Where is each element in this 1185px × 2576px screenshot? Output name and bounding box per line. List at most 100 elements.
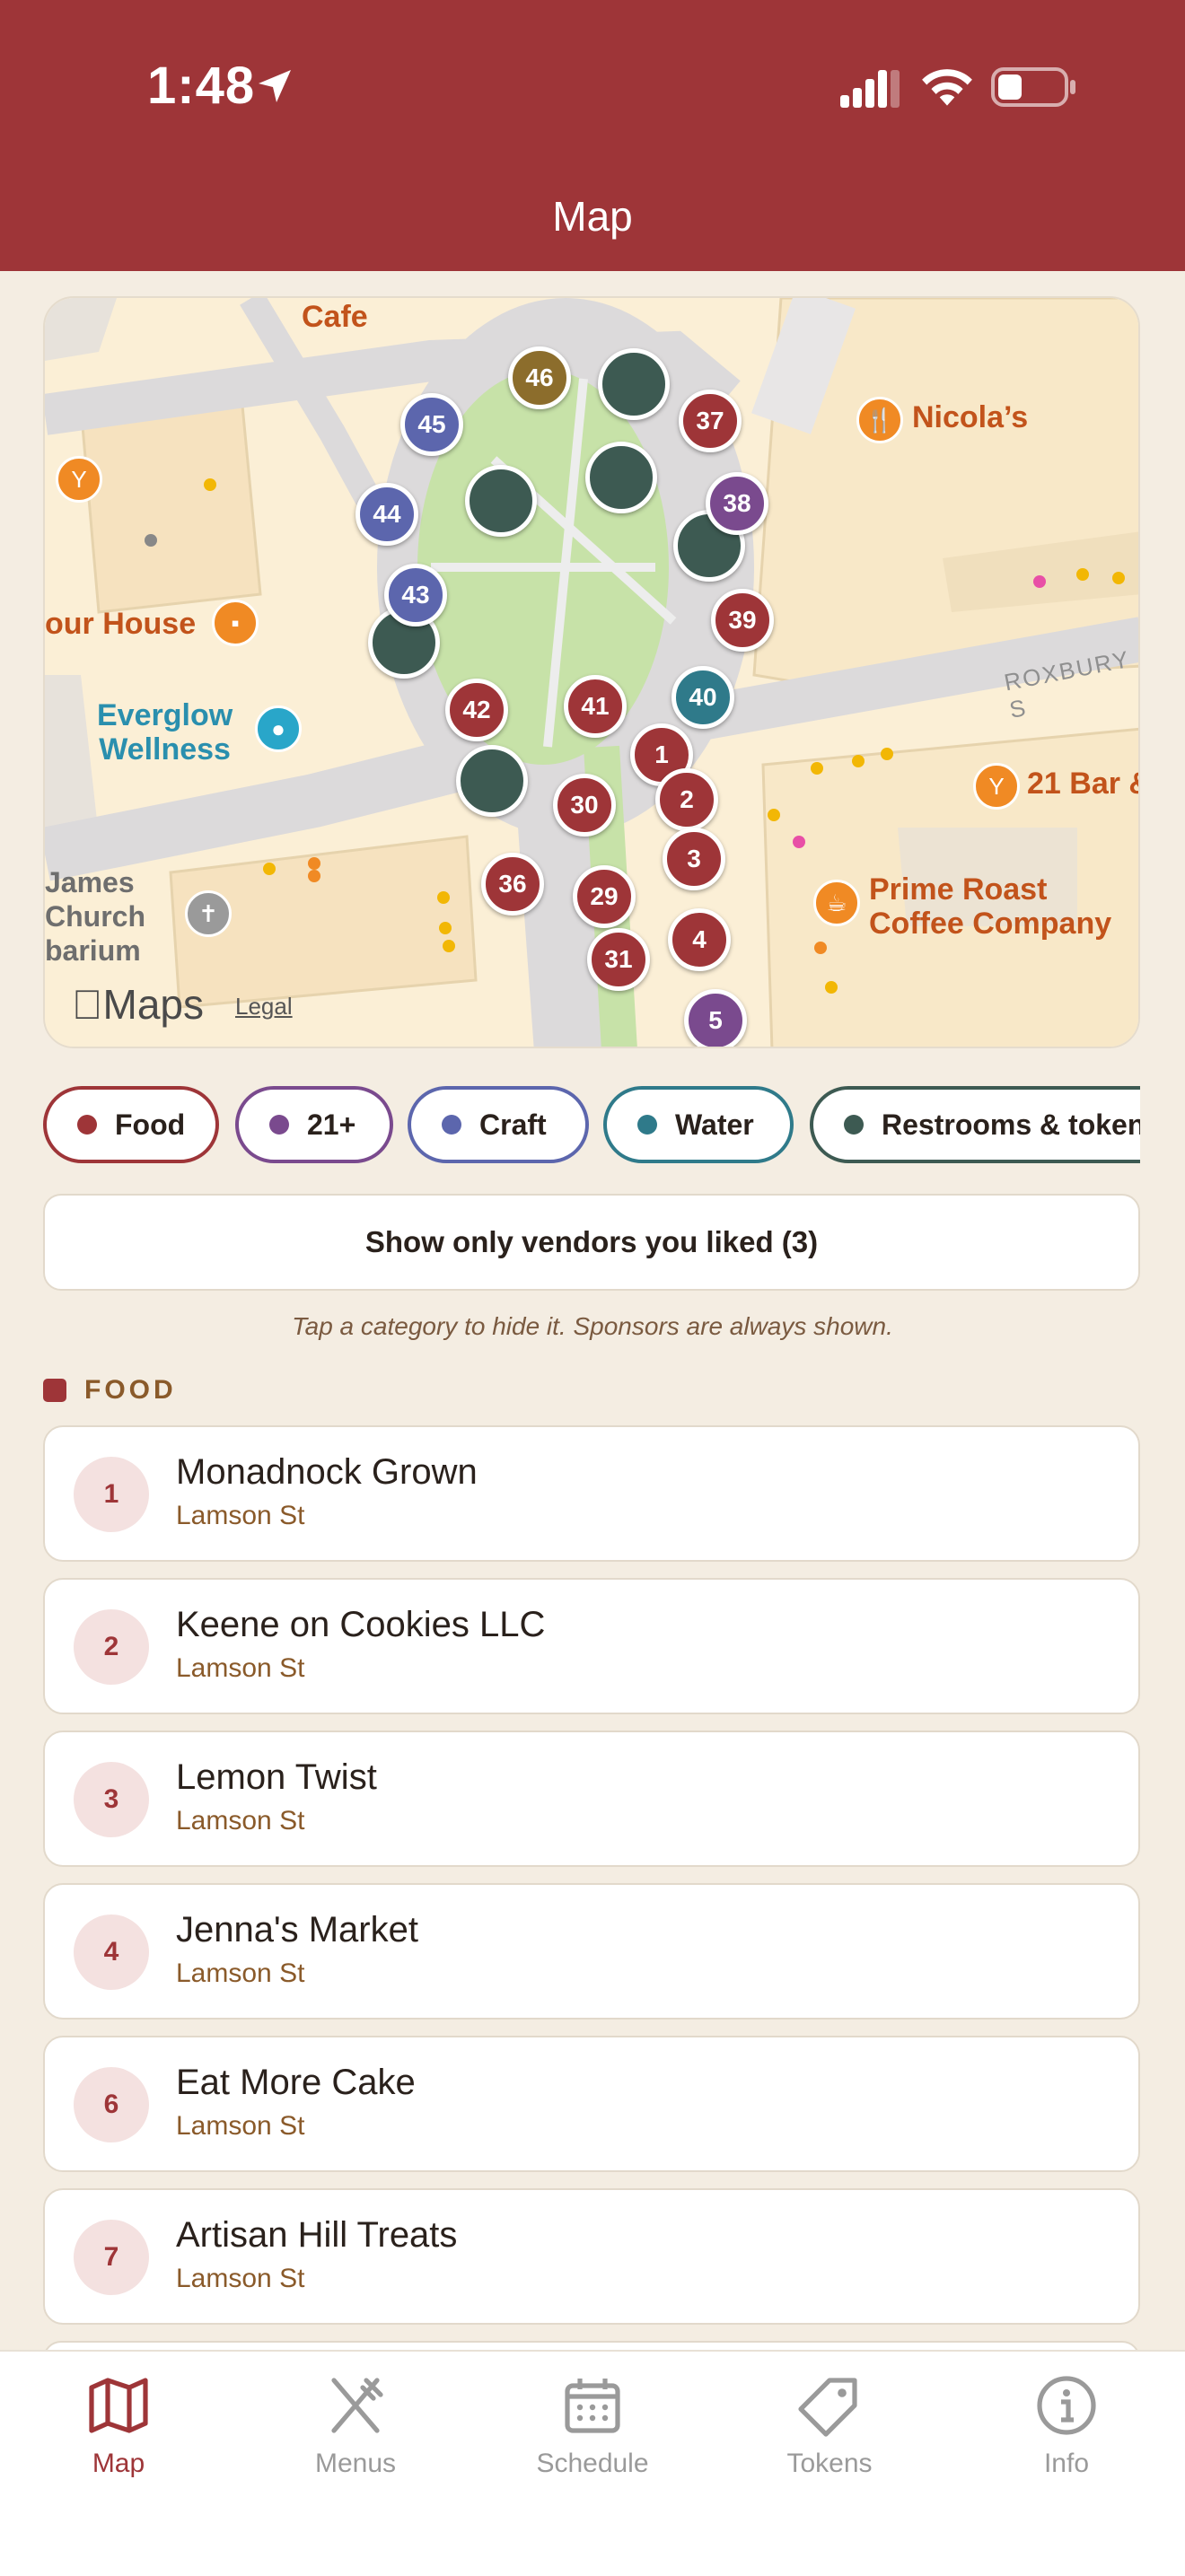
map-icon	[89, 2378, 148, 2433]
map-pin[interactable]: 43	[384, 564, 447, 626]
filter-chip-food[interactable]: Food	[43, 1086, 219, 1163]
show-liked-vendors-button[interactable]: Show only vendors you liked (3)	[43, 1194, 1140, 1291]
section-color-swatch	[43, 1379, 66, 1402]
tab-info[interactable]: Info	[948, 2352, 1185, 2531]
vendor-location: Lamson St	[176, 2111, 305, 2141]
tab-map[interactable]: Map	[0, 2352, 237, 2531]
vendor-name: Lemon Twist	[176, 1757, 377, 1797]
map-pin[interactable]: 36	[481, 853, 544, 916]
vendor-number-badge: 4	[74, 1914, 149, 1990]
cellular-signal-icon	[840, 70, 900, 108]
vendor-card[interactable]: 2 Keene on Cookies LLC Lamson St	[43, 1578, 1140, 1714]
map-pin[interactable]: 38	[706, 472, 768, 535]
church-icon[interactable]: ✝	[185, 890, 232, 937]
filter-chip-21plus[interactable]: 21+	[235, 1086, 393, 1163]
poi-21-bar-label[interactable]: 21 Bar &	[1027, 767, 1138, 801]
page-title: Map	[552, 193, 633, 240]
vendor-name: Keene on Cookies LLC	[176, 1605, 546, 1644]
vendor-name: Eat More Cake	[176, 2063, 416, 2102]
info-icon	[1037, 2376, 1096, 2435]
bar-icon[interactable]: Y	[973, 763, 1020, 810]
map-pin[interactable]: 37	[679, 390, 742, 452]
tab-label: Menus	[314, 2449, 397, 2478]
poi-nicolas-label[interactable]: Nicola’s	[912, 400, 1028, 434]
chip-dot	[442, 1115, 461, 1135]
map-pin[interactable]: 40	[672, 666, 734, 729]
poi-cafe-label: Cafe	[302, 300, 368, 334]
filter-chip-craft[interactable]: Craft	[408, 1086, 589, 1163]
map-pin[interactable]: 4	[668, 908, 731, 971]
restroom-pin[interactable]	[598, 348, 670, 420]
map-view[interactable]: Cafe 🍴 Nicola’s Y our House ▪ Everglow W…	[43, 296, 1140, 1048]
calendar-icon	[565, 2379, 620, 2433]
status-time: 1:48	[147, 57, 256, 115]
tab-schedule[interactable]: Schedule	[474, 2352, 711, 2531]
vendor-location: Lamson St	[176, 2264, 305, 2293]
restaurant-icon[interactable]: 🍴	[856, 397, 903, 443]
map-pin[interactable]: 41	[564, 675, 627, 738]
vendor-card[interactable]: 6 Eat More Cake Lamson St	[43, 2036, 1140, 2172]
map-pin[interactable]: 29	[573, 865, 636, 928]
vendor-number-badge: 1	[74, 1457, 149, 1532]
vendor-card[interactable]: 3 Lemon Twist Lamson St	[43, 1730, 1140, 1867]
vendor-name: Monadnock Grown	[176, 1452, 478, 1492]
legal-link[interactable]: Legal	[235, 993, 293, 1021]
vendor-name: Jenna's Market	[176, 1910, 418, 1950]
chip-dot	[77, 1115, 97, 1135]
vendor-number-badge: 2	[74, 1609, 149, 1685]
header: 1:48 Map	[0, 0, 1185, 271]
map-pin[interactable]: 42	[445, 679, 508, 741]
poi-james-church-label[interactable]: James Church barium	[45, 865, 145, 968]
tab-menus[interactable]: Menus	[237, 2352, 474, 2531]
vendor-number-badge: 6	[74, 2067, 149, 2142]
chip-dot	[269, 1115, 289, 1135]
vendor-card[interactable]: 4 Jenna's Market Lamson St	[43, 1883, 1140, 2020]
map-pin[interactable]: 31	[587, 928, 650, 991]
location-arrow-icon	[259, 70, 291, 102]
tab-tokens[interactable]: Tokens	[711, 2352, 948, 2531]
vendor-card[interactable]: 7 Artisan Hill Treats Lamson St	[43, 2188, 1140, 2325]
utensils-icon	[331, 2378, 383, 2433]
vendor-number-badge: 7	[74, 2220, 149, 2295]
tab-label: Schedule	[536, 2449, 649, 2478]
apple-maps-logo: Maps	[72, 981, 204, 1028]
tag-icon	[798, 2378, 857, 2437]
chip-dot	[844, 1115, 864, 1135]
restroom-pin[interactable]	[465, 465, 537, 537]
vendor-location: Lamson St	[176, 1653, 305, 1683]
cocktail-icon[interactable]: Y	[56, 456, 102, 503]
map-pin[interactable]: 44	[356, 483, 418, 546]
map-pin[interactable]: 45	[400, 393, 463, 456]
tab-bar: Map Menus Schedule Tokens Info	[0, 2350, 1185, 2576]
vendor-number-badge: 3	[74, 1762, 149, 1837]
battery-icon	[991, 67, 1075, 107]
chip-dot	[637, 1115, 657, 1135]
filter-hint: Tap a category to hide it. Sponsors are …	[292, 1312, 893, 1340]
map-pin[interactable]: 39	[711, 589, 774, 652]
restroom-pin[interactable]	[585, 442, 657, 513]
restroom-pin[interactable]	[456, 745, 528, 817]
poi-our-house-label[interactable]: our House	[45, 607, 196, 641]
tab-label: Map	[92, 2449, 145, 2478]
map-pin[interactable]: 5	[684, 989, 747, 1047]
tab-label: Tokens	[786, 2449, 873, 2478]
filter-chip-restrooms[interactable]: Restrooms & tokens	[810, 1086, 1140, 1163]
map-pin[interactable]: 30	[553, 774, 616, 837]
vendor-card[interactable]: 1 Monadnock Grown Lamson St	[43, 1425, 1140, 1562]
wifi-icon	[922, 69, 972, 106]
section-header-food: FOOD	[43, 1375, 177, 1406]
wellness-icon[interactable]: ●	[255, 705, 302, 752]
poi-everglow-label[interactable]: Everglow Wellness	[97, 698, 233, 767]
map-pin[interactable]: 3	[663, 828, 725, 890]
filter-chip-water[interactable]: Water	[603, 1086, 794, 1163]
map-pin[interactable]: 2	[655, 768, 718, 831]
poi-prime-roast-label[interactable]: Prime Roast Coffee Company	[869, 872, 1111, 941]
store-icon[interactable]: ▪	[212, 600, 259, 646]
section-title: FOOD	[84, 1375, 177, 1405]
tab-label: Info	[1043, 2449, 1090, 2478]
map-pin[interactable]: 46	[508, 346, 571, 409]
filter-chips: Food 21+ Craft Water Restrooms & tokens	[43, 1086, 1140, 1167]
vendor-location: Lamson St	[176, 1958, 305, 1988]
vendor-location: Lamson St	[176, 1806, 305, 1836]
coffee-icon[interactable]: ☕	[813, 880, 860, 926]
